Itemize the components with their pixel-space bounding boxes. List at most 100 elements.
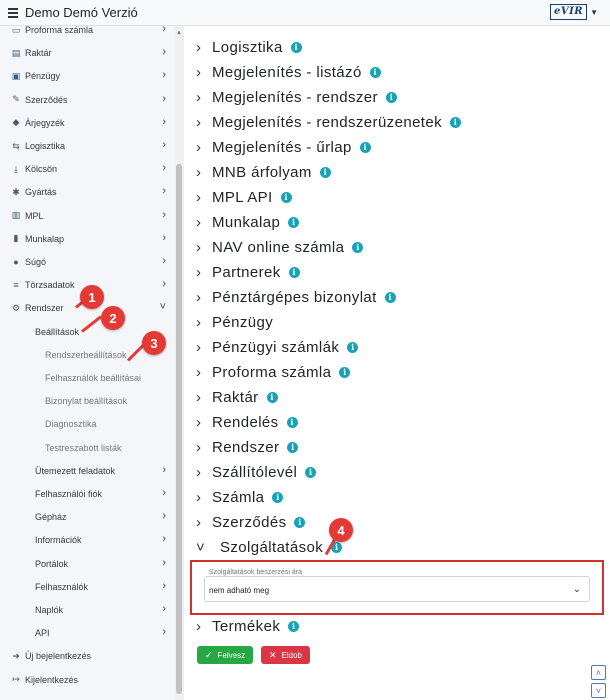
chevron-right-icon: › — [196, 363, 202, 381]
sidebar-item-label: Törzsadatok — [25, 280, 75, 291]
settings-section[interactable]: › Termékek i — [196, 615, 300, 637]
settings-section[interactable]: › Pénzügy — [196, 311, 273, 333]
sidebar-subitem[interactable]: Bizonylat beállítások — [0, 391, 174, 411]
purchase-price-select[interactable]: nem adható meg ⌄ — [204, 576, 590, 602]
logistics-icon: ⇆ — [12, 140, 20, 151]
app-title: Demo Demó Verzió — [25, 5, 138, 20]
sidebar-subitem[interactable]: API › — [0, 623, 174, 643]
info-icon[interactable]: i — [288, 620, 300, 632]
settings-section[interactable]: › MNB árfolyam i — [196, 161, 331, 183]
settings-section[interactable]: › Pénzügyi számlák i — [196, 336, 359, 358]
save-button[interactable]: ✓ Felvesz — [197, 646, 254, 664]
scrollbar-thumb[interactable] — [176, 164, 182, 694]
sidebar-footer-item[interactable]: ↦ Kijelentkezés — [0, 670, 174, 690]
sidebar-item[interactable]: ● Súgó › — [0, 252, 174, 272]
settings-section[interactable]: › Megjelenítés - rendszerüzenetek i — [196, 111, 462, 133]
settings-section[interactable]: › NAV online számla i — [196, 236, 364, 258]
section-title: Pénztárgépes bizonylat — [212, 288, 377, 306]
section-title: MPL API — [212, 188, 273, 206]
info-icon[interactable]: i — [384, 291, 396, 303]
settings-section[interactable]: › Munkalap i — [196, 211, 300, 233]
sidebar-subitem[interactable]: Ütemezett feladatok › — [0, 461, 174, 481]
info-icon[interactable]: i — [266, 391, 278, 403]
info-icon[interactable]: i — [290, 41, 302, 53]
logout-icon: ↦ — [12, 674, 20, 685]
settings-section[interactable]: › Rendelés i — [196, 411, 298, 433]
chevron-right-icon: › — [196, 413, 202, 431]
settings-section[interactable]: › Megjelenítés - űrlap i — [196, 136, 371, 158]
settings-section[interactable]: › Megjelenítés - listázó i — [196, 61, 381, 83]
settings-section[interactable]: › Számla i — [196, 486, 284, 508]
info-icon[interactable]: i — [288, 216, 300, 228]
sidebar-footer-label: Új bejelentkezés — [25, 651, 92, 662]
sidebar-subitem[interactable]: Diagnosztika — [0, 414, 174, 434]
info-icon[interactable]: i — [352, 241, 364, 253]
info-icon[interactable]: i — [280, 191, 292, 203]
sidebar-item[interactable]: ▭ Proforma számla › — [0, 26, 174, 40]
settings-section[interactable]: › Szállítólevél i — [196, 461, 317, 483]
chevron-right-icon: › — [196, 213, 202, 231]
sidebar-footer-item[interactable]: ➜ Új bejelentkezés — [0, 646, 174, 666]
info-icon[interactable]: i — [294, 516, 306, 528]
cancel-button[interactable]: ✕ Eldob — [261, 646, 311, 664]
sidebar-item[interactable]: ▤ Raktár › — [0, 43, 174, 63]
info-icon[interactable]: i — [450, 116, 462, 128]
sidebar-subitem[interactable]: Naplók › — [0, 600, 174, 620]
sidebar-subitem-label: Portálok — [35, 558, 69, 569]
sidebar-item[interactable]: ▥ MPL › — [0, 206, 174, 226]
info-icon[interactable]: i — [347, 341, 359, 353]
chevron-right-icon: › — [196, 438, 202, 456]
settings-section[interactable]: ˅ Szolgáltatások i — [196, 536, 343, 558]
settings-section[interactable]: › Raktár i — [196, 386, 278, 408]
scroll-bottom-button[interactable]: ˅ — [591, 683, 606, 698]
menu-icon[interactable] — [8, 7, 18, 18]
info-icon[interactable]: i — [359, 141, 371, 153]
sidebar-scrollbar[interactable]: ▲ — [174, 26, 184, 700]
sidebar-item[interactable]: ✱ Gyártás › — [0, 182, 174, 202]
info-icon[interactable]: i — [369, 66, 381, 78]
settings-section[interactable]: › Logisztika i — [196, 36, 302, 58]
settings-section[interactable]: › Megjelenítés - rendszer i — [196, 86, 397, 108]
chevron-right-icon: › — [196, 488, 202, 506]
section-title: Szerződés — [212, 513, 287, 531]
sidebar-item[interactable]: ⇆ Logisztika › — [0, 136, 174, 156]
cancel-label: Eldob — [281, 650, 303, 660]
sidebar-subitem[interactable]: Felhasználók › — [0, 577, 174, 597]
info-icon[interactable]: i — [288, 266, 300, 278]
settings-section[interactable]: › Partnerek i — [196, 261, 300, 283]
info-icon[interactable]: i — [272, 491, 284, 503]
chevron-down-icon: ˅ — [196, 538, 206, 556]
logo[interactable]: eVIR ▼ — [549, 4, 598, 20]
info-icon[interactable]: i — [287, 441, 299, 453]
settings-section[interactable]: › Pénztárgépes bizonylat i — [196, 286, 396, 308]
scroll-top-button[interactable]: ˄ — [591, 665, 606, 680]
scroll-up-icon[interactable]: ▲ — [176, 30, 182, 36]
sidebar-item[interactable]: ▮ Munkalap › — [0, 229, 174, 249]
sidebar-item[interactable]: ⤓ Kölcsön › — [0, 159, 174, 179]
sidebar-item-label: Súgó — [25, 257, 47, 267]
info-icon[interactable]: i — [339, 366, 351, 378]
chevron-right-icon: › — [196, 263, 202, 281]
settings-section[interactable]: › Proforma számla i — [196, 361, 351, 383]
sidebar-subitem[interactable]: Gépház › — [0, 507, 174, 527]
annotation-badge-4: 4 — [329, 518, 353, 542]
sidebar-item[interactable]: ▣ Pénzügy › — [0, 66, 174, 86]
section-title: Raktár — [212, 388, 259, 406]
sidebar-item[interactable]: ✎ Szerződés › — [0, 90, 174, 110]
chevron-down-icon: ⌄ — [572, 584, 581, 595]
info-icon[interactable]: i — [305, 466, 317, 478]
sidebar-subitem[interactable]: Portálok › — [0, 554, 174, 574]
settings-section[interactable]: › Rendszer i — [196, 436, 299, 458]
sidebar-subitem[interactable]: Testreszabott listák — [0, 438, 174, 458]
info-icon[interactable]: i — [286, 416, 298, 428]
sidebar-subitem[interactable]: Felhasználói fiók › — [0, 484, 174, 504]
settings-section[interactable]: › MPL API i — [196, 186, 292, 208]
sidebar-item-label: Gyártás — [25, 187, 57, 198]
settings-section[interactable]: › Szerződés i — [196, 511, 306, 533]
info-icon[interactable]: i — [319, 166, 331, 178]
sidebar-item[interactable]: ◆ Árjegyzék › — [0, 113, 174, 133]
sidebar-subitem[interactable]: Felhasználók beállításai — [0, 368, 174, 388]
sidebar-item-label: Proforma számla — [25, 26, 94, 35]
sidebar-subitem[interactable]: Információk › — [0, 530, 174, 550]
info-icon[interactable]: i — [385, 91, 397, 103]
